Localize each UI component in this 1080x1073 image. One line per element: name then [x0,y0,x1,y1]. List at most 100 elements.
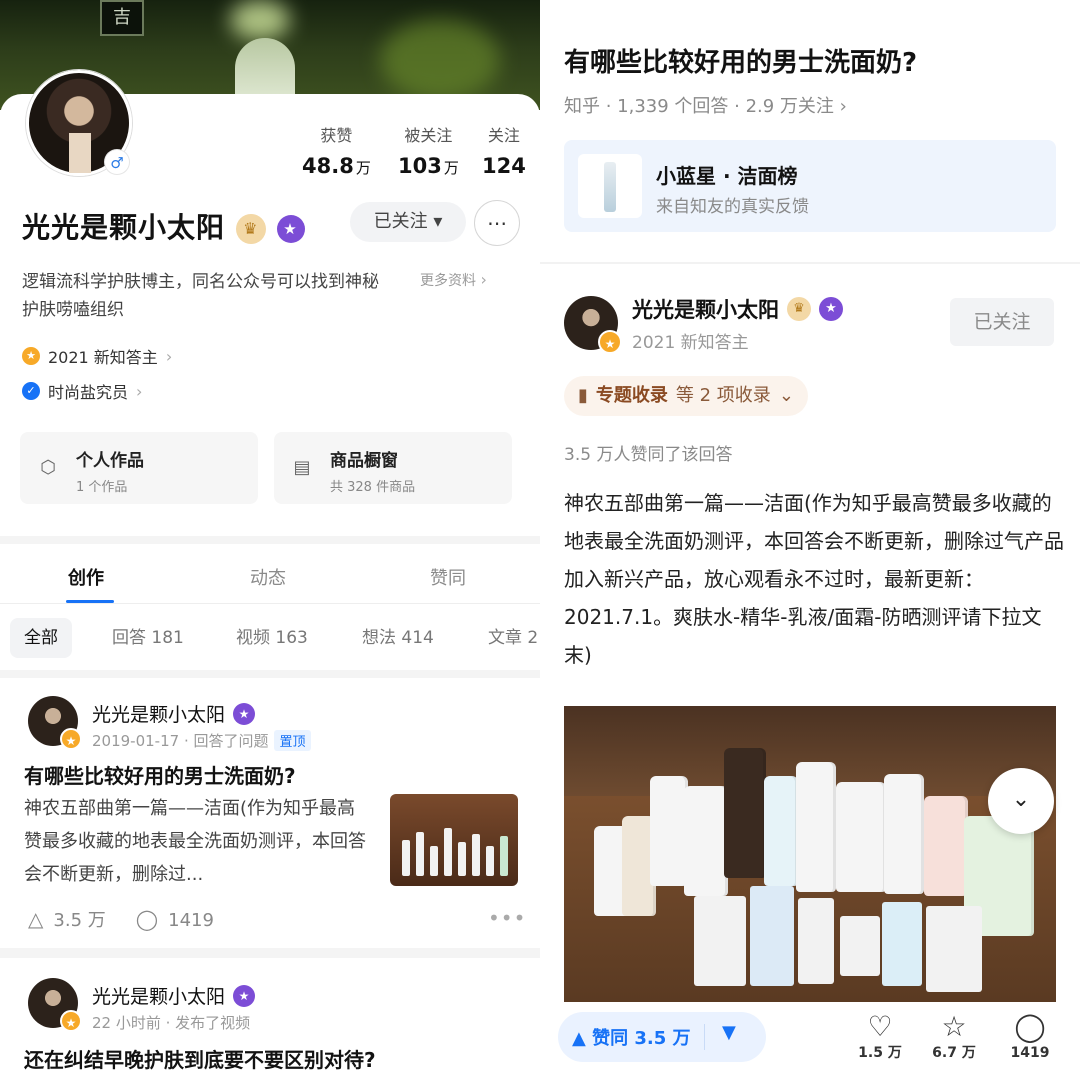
expand-down-button[interactable]: ⌄ [988,768,1054,834]
answer-body: 神农五部曲第一篇——洁面(作为知乎最高赞最多收藏的地表最全洗面奶测评，本回答会不… [564,491,1064,667]
vote-divider [704,1024,705,1050]
upvote-button[interactable]: ▲ 赞同 3.5 万 [572,1024,691,1050]
feed-avatar[interactable]: ★ [28,696,82,750]
stat-followers-value: 103 [398,154,442,178]
thanks-button[interactable]: ♡ 1.5 万 [850,1010,910,1062]
collection-label: 专题收录 [595,385,668,406]
upvote-icon: △ [28,907,44,931]
shop-icon: ▤ [293,457,311,478]
tile-shop-title: 商品橱窗 [330,451,398,471]
section-divider [0,670,540,678]
star-badge-icon: ★ [276,215,305,243]
feed-like-button[interactable]: △ 3.5 万 [28,906,106,932]
active-tab-indicator [66,600,114,603]
comment-icon: ◯ [1014,1010,1046,1043]
feed-actions: △ 3.5 万 ◯ 1419 [28,906,214,932]
filter-answers[interactable]: 回答 181 [112,618,184,658]
tag-new-answerer[interactable]: ★ 2021 新知答主 › [22,344,172,368]
tile-personal-works[interactable]: ⬡ 个人作品 1 个作品 [20,432,258,504]
stat-following-label: 关注 [487,126,520,145]
chevron-right-icon: › [480,270,487,289]
more-options-icon[interactable]: ••• [488,906,526,930]
feed-author[interactable]: 光光是颗小太阳 ★ [92,700,256,727]
tag-fashion-researcher-text: 时尚盐究员 [48,383,129,402]
feed-like-count: 3.5 万 [53,910,106,931]
question-meta[interactable]: 知乎 · 1,339 个回答 · 2.9 万关注 › [564,92,847,118]
author-avatar[interactable]: ★ [564,296,622,354]
answerer-badge-icon: ★ [22,347,40,365]
chevron-down-icon: ⌄ [778,385,794,406]
collection-icon: ▮ [578,385,588,406]
downvote-button[interactable]: ▼ [722,1022,736,1043]
stat-followers[interactable]: 被关注 103 万 [398,122,459,178]
star-icon: ☆ [941,1010,967,1043]
comment-icon: ◯ [135,907,159,931]
tab-upvoted[interactable]: 赞同 [430,564,466,590]
filter-all[interactable]: 全部 [10,618,72,658]
section-divider [0,948,540,958]
author-subtitle: 2021 新知答主 [632,333,749,353]
feed-item[interactable]: ★ 光光是颗小太阳 ★ 22 小时前 · 发布了视频 还在纠结早晚护肤到底要不要… [0,958,540,1073]
tile-shop-window[interactable]: ▤ 商品橱窗 共 328 件商品 [274,432,512,504]
feed-author-name: 光光是颗小太阳 [92,704,226,726]
feed-thumbnail[interactable] [390,794,518,886]
stat-likes[interactable]: 获赞 48.8 万 [302,122,371,178]
chat-icon: ⋯ [487,211,507,235]
comment-count: 1419 [1010,1045,1050,1061]
follow-button[interactable]: 已关注 ▾ [350,202,466,242]
answerer-badge-icon: ★ [60,728,82,750]
ranking-card[interactable]: 小蓝星 · 洁面榜 来自知友的真实反馈 [564,140,1056,232]
profile-tabs: 创作 动态 赞同 [0,548,540,604]
double-chevron-down-icon: ⌄ [1011,787,1031,812]
favorite-button[interactable]: ☆ 6.7 万 [924,1010,984,1062]
profile-name: 光光是颗小太阳 ♛ ★ [22,206,305,246]
star-badge-icon: ★ [233,984,256,1007]
star-badge-icon: ★ [819,297,843,321]
feed-author-name: 光光是颗小太阳 [92,986,226,1008]
filter-videos[interactable]: 视频 163 [236,618,308,658]
answer-photo[interactable] [564,706,1056,1002]
tag-new-answerer-text: 2021 新知答主 [48,348,158,367]
tile-shop-sub: 共 328 件商品 [330,480,416,495]
tag-fashion-researcher[interactable]: ✓ 时尚盐究员 › [22,379,142,403]
collection-pill[interactable]: ▮ 专题收录 等 2 项收录 ⌄ [564,376,808,416]
tab-creation[interactable]: 创作 [68,564,104,590]
answerer-badge-icon: ★ [598,330,622,354]
comment-button[interactable]: ◯ 1419 [1000,1010,1060,1061]
section-divider [540,262,1080,264]
feed-author[interactable]: 光光是颗小太阳 ★ [92,982,256,1009]
question-title[interactable]: 有哪些比较好用的男士洗面奶? [564,42,917,79]
tile-works-sub: 1 个作品 [76,480,128,495]
gender-male-icon: ♂ [105,150,129,174]
follow-button[interactable]: 已关注 [950,298,1054,346]
feed-item[interactable]: ★ 光光是颗小太阳 ★ 2019-01-17 · 回答了问题 置顶 有哪些比较好用… [0,678,540,948]
thanks-count: 1.5 万 [858,1045,902,1061]
feed-avatar[interactable]: ★ [28,978,82,1032]
filter-articles[interactable]: 文章 2 [488,618,538,658]
filter-thoughts[interactable]: 想法 414 [362,618,434,658]
vote-control: ▲ 赞同 3.5 万 ▼ [558,1012,766,1062]
feed-title[interactable]: 有哪些比较好用的男士洗面奶? [24,760,296,789]
chevron-right-icon: › [136,381,143,401]
stat-followers-unit: 万 [443,159,459,177]
profile-pane: 吉 ♂ 获赞 48.8 万 被关注 103 万 关注 124 光光是颗小太阳 ♛ ★… [0,0,540,1073]
chevron-right-icon: › [165,346,173,366]
stat-following[interactable]: 关注 124 [482,122,526,178]
tab-activity[interactable]: 动态 [250,564,286,590]
profile-name-text: 光光是颗小太阳 [22,211,226,244]
stat-likes-unit: 万 [355,159,371,177]
answerer-badge-icon: ★ [60,1010,82,1032]
author-name[interactable]: 光光是颗小太阳 ♛ ★ [632,294,843,324]
feed-meta: 2019-01-17 · 回答了问题 置顶 [92,730,311,751]
works-icon: ⬡ [40,457,56,478]
content-filters: 全部 回答 181 视频 163 想法 414 文章 2 [0,618,540,662]
feed-title[interactable]: 还在纠结早晚护肤到底要不要区别对待? [24,1044,376,1073]
ranking-card-title: 小蓝星 · 洁面榜 [656,164,798,188]
tile-works-title: 个人作品 [76,451,144,471]
feed-comment-button[interactable]: ◯ 1419 [136,907,214,931]
more-info-link[interactable]: 更多资料 › [420,270,487,290]
message-button[interactable]: ⋯ [474,200,520,246]
stat-likes-value: 48.8 [302,154,354,178]
ranking-card-sub: 来自知友的真实反馈 [656,197,809,217]
feed-excerpt[interactable]: 神农五部曲第一篇——洁面(作为知乎最高赞最多收藏的地表最全洗面奶测评，本回答会不… [24,792,368,891]
